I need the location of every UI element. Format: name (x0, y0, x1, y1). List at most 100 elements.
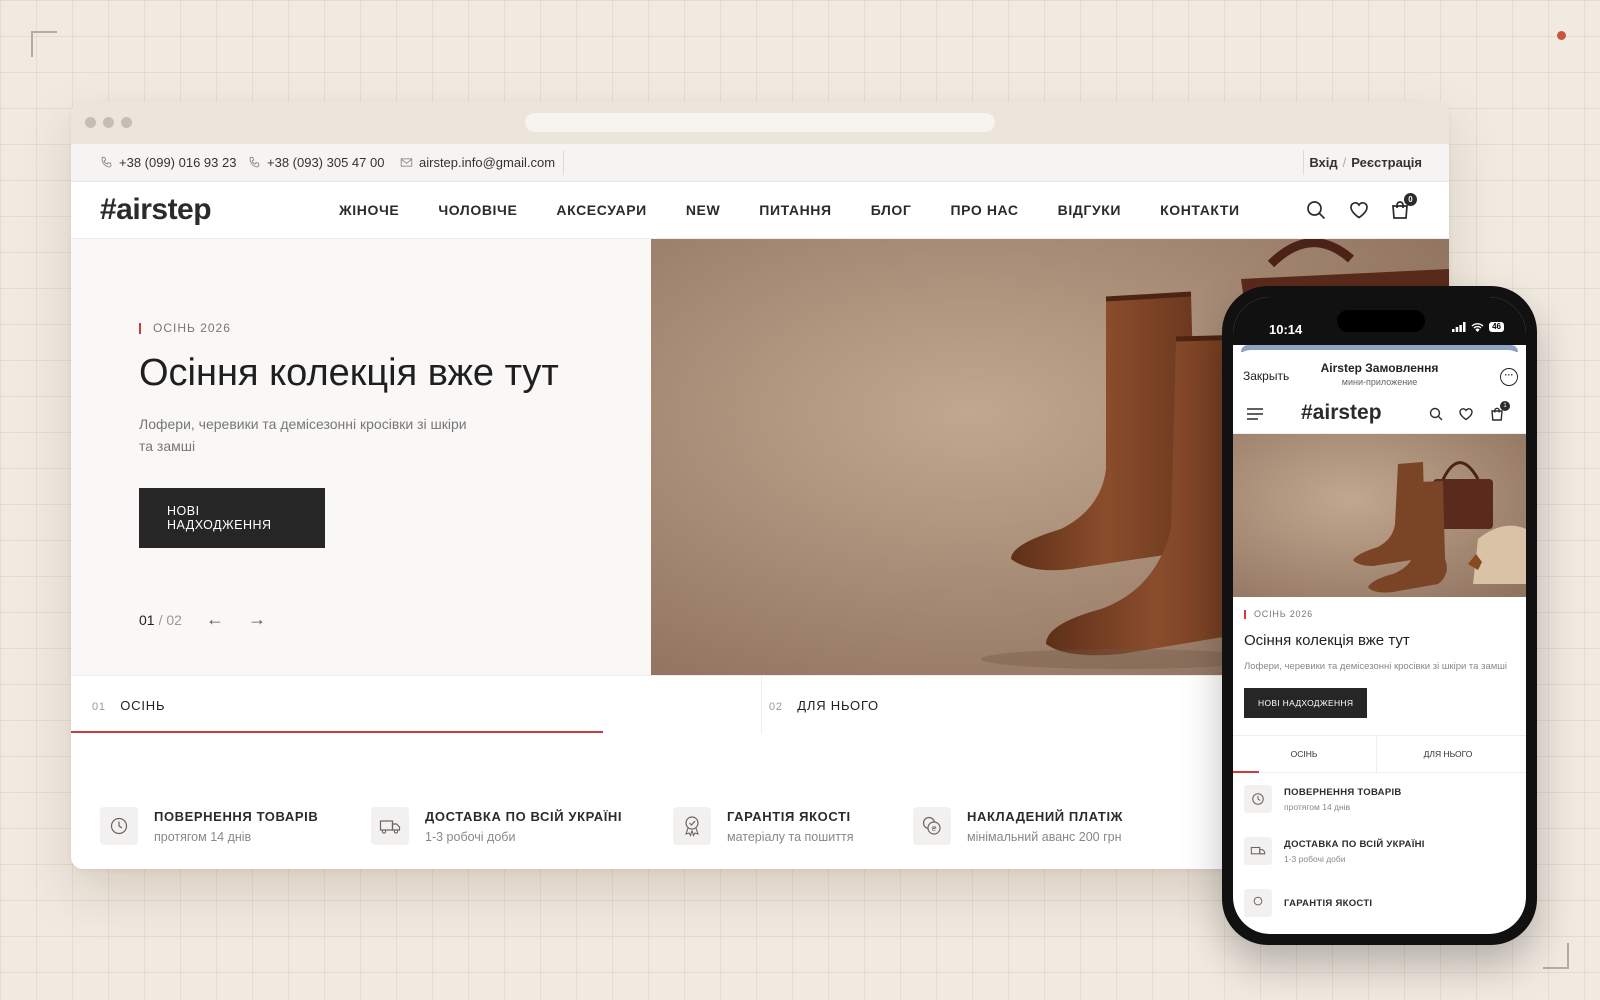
hero-title: Осіння колекція вже тут (139, 352, 559, 394)
cart-count-badge: 0 (1404, 193, 1417, 206)
address-bar[interactable] (525, 113, 995, 132)
tab-autumn[interactable]: ОСІНЬ (1233, 749, 1375, 759)
heart-icon[interactable] (1348, 199, 1370, 221)
menu-item-contacts[interactable]: КОНТАКТИ (1160, 202, 1240, 218)
site-logo[interactable]: #airstep (100, 193, 212, 227)
auth-links: Вхід / Реєстрація (1309, 155, 1422, 170)
contact-bar: +38 (099) 016 93 23 +38 (093) 305 47 00 … (71, 144, 1449, 182)
menu-item-men[interactable]: ЧОЛОВІЧЕ (438, 202, 517, 218)
hero-eyebrow: ОСІНЬ 2026 (139, 322, 559, 334)
cart-icon[interactable]: 0 (1389, 193, 1417, 221)
heart-icon[interactable] (1458, 406, 1474, 422)
tab-label: ОСІНЬ (120, 698, 166, 713)
main-menu: ЖІНОЧЕ ЧОЛОВІЧЕ АКСЕСУАРИ NEW ПИТАННЯ БЛ… (339, 202, 1279, 218)
mobile-hero-image (1233, 434, 1526, 597)
battery-icon: 46 (1489, 322, 1504, 332)
window-maximize-dot[interactable] (121, 117, 132, 128)
feature-cod: ₴ НАКЛАДЕНИЙ ПЛАТІЖ мінімальний аванс 20… (913, 807, 1123, 845)
badge-icon (673, 807, 711, 845)
phone-link-2[interactable]: +38 (093) 305 47 00 (248, 155, 384, 170)
miniapp-subtitle: мини-приложение (1341, 377, 1418, 387)
miniapp-title: Airstep Замовлення (1320, 361, 1439, 375)
login-link[interactable]: Вхід (1309, 155, 1337, 170)
menu-item-new[interactable]: NEW (686, 202, 720, 218)
pager-total: / 02 (158, 611, 182, 628)
next-arrow-icon[interactable]: → (248, 609, 266, 630)
new-arrivals-button[interactable]: НОВІ НАДХОДЖЕННЯ (1244, 688, 1368, 718)
miniapp-header: Закрыть Airstep Замовлення мини-приложен… (1233, 350, 1526, 394)
menu-item-about[interactable]: ПРО НАС (950, 202, 1018, 218)
feature-quality: ГАРАНТІЯ ЯКОСТІ матеріалу та пошиття (673, 807, 853, 845)
divider (1303, 150, 1304, 175)
wifi-icon (1471, 323, 1484, 332)
feature-subtitle: матеріалу та пошиття (727, 830, 854, 844)
tab-progress-bar (71, 731, 603, 733)
menu-item-faq[interactable]: ПИТАННЯ (759, 202, 831, 218)
menu-item-blog[interactable]: БЛОГ (871, 202, 912, 218)
tab-for-him[interactable]: ДЛЯ НЬОГО (1377, 749, 1519, 759)
email-address: airstep.info@gmail.com (419, 155, 556, 170)
slash-separator: / (1342, 155, 1347, 170)
feature-quality: ГАРАНТІЯ ЯКОСТІ (1233, 877, 1526, 929)
menu-item-accessories[interactable]: АКСЕСУАРИ (556, 202, 646, 218)
tab-number: 01 (92, 701, 106, 713)
feature-delivery: ДОСТАВКА ПО ВСІЙ УКРАЇНІ 1-3 робочі доби (1233, 825, 1526, 877)
feature-title: ПОВЕРНЕННЯ ТОВАРІВ (1284, 786, 1402, 798)
more-icon[interactable]: ··· (1500, 368, 1518, 386)
window-close-dot[interactable] (85, 117, 96, 128)
tab-for-him[interactable]: 02 ДЛЯ НЬОГО (769, 698, 879, 713)
corner-mark (31, 31, 57, 57)
feature-title: ГАРАНТІЯ ЯКОСТІ (727, 809, 851, 824)
tab-progress-bar (1233, 771, 1259, 773)
prev-arrow-icon[interactable]: ← (206, 609, 224, 630)
truck-icon (371, 807, 409, 845)
mobile-logo[interactable]: #airstep (1301, 401, 1382, 425)
phone-screen: 10:14 46 Закрыть Airstep Замовлення мини… (1233, 297, 1526, 934)
feature-title: ДОСТАВКА ПО ВСІЙ УКРАЇНІ (425, 809, 623, 824)
menu-icon[interactable] (1246, 407, 1264, 421)
feature-title: НАКЛАДЕНИЙ ПЛАТІЖ (967, 809, 1124, 824)
status-time: 10:14 (1269, 322, 1303, 337)
hero-pager: 01 / 02 ← → (139, 609, 266, 630)
search-icon[interactable] (1305, 199, 1327, 221)
hero-subtitle: Лофери, черевики та демісезонні кросівки… (139, 416, 467, 454)
phone-icon (249, 156, 260, 168)
cart-count-badge: 1 (1500, 401, 1510, 411)
corner-mark (1543, 943, 1569, 969)
phone-link-1[interactable]: +38 (099) 016 93 23 (100, 155, 236, 170)
history-icon (100, 807, 138, 845)
divider (563, 150, 564, 175)
feature-title: ДОСТАВКА ПО ВСІЙ УКРАЇНІ (1284, 838, 1425, 850)
dynamic-island (1337, 310, 1425, 332)
menu-item-reviews[interactable]: ВІДГУКИ (1058, 202, 1121, 218)
menu-item-women[interactable]: ЖІНОЧЕ (339, 202, 399, 218)
tab-autumn[interactable]: 01 ОСІНЬ (92, 698, 165, 713)
feature-delivery: ДОСТАВКА ПО ВСІЙ УКРАЇНІ 1-3 робочі доби (371, 807, 622, 845)
badge-icon (1244, 889, 1272, 917)
phone-number-2: +38 (093) 305 47 00 (267, 155, 385, 170)
feature-title: ПОВЕРНЕННЯ ТОВАРІВ (154, 809, 319, 824)
feature-subtitle: 1-3 робочі доби (1284, 853, 1346, 864)
feature-subtitle: мінімальний аванс 200 грн (967, 830, 1122, 844)
email-link[interactable]: airstep.info@gmail.com (400, 155, 555, 170)
main-nav: #airstep ЖІНОЧЕ ЧОЛОВІЧЕ АКСЕСУАРИ NEW П… (71, 182, 1449, 239)
history-icon (1244, 785, 1272, 813)
hero-title: Осіння колекція вже тут (1244, 632, 1410, 649)
signal-icon (1452, 322, 1466, 332)
hero-subtitle: Лофери, черевики та демісезонні кросівки… (1244, 661, 1508, 672)
new-arrivals-button[interactable]: НОВІ НАДХОДЖЕННЯ (139, 488, 325, 548)
accent-dot (1557, 31, 1566, 40)
hero-text: ОСІНЬ 2026 Осіння колекція вже тут Лофер… (139, 322, 559, 548)
pager-current: 01 (139, 611, 155, 628)
feature-subtitle: протягом 14 днів (1284, 801, 1351, 812)
divider (761, 676, 762, 734)
cart-icon[interactable]: 1 (1489, 401, 1510, 427)
window-minimize-dot[interactable] (103, 117, 114, 128)
status-bar: 10:14 46 (1233, 297, 1526, 345)
mobile-hero-text: ОСІНЬ 2026 Осіння колекція вже тут Лофер… (1233, 597, 1526, 718)
register-link[interactable]: Реєстрація (1351, 155, 1422, 170)
feature-returns: ПОВЕРНЕННЯ ТОВАРІВ протягом 14 днів (100, 807, 318, 845)
coins-icon: ₴ (913, 807, 951, 845)
search-icon[interactable] (1428, 406, 1444, 422)
svg-text:₴: ₴ (931, 825, 937, 833)
